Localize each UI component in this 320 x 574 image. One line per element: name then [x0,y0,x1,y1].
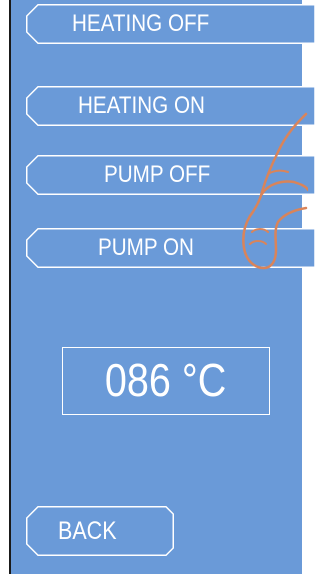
heating-off-label: HEATING OFF [72,10,210,37]
back-label: BACK [58,517,117,545]
heating-on-button[interactable]: HEATING ON [26,86,316,126]
temperature-display: 086 °C [62,347,270,415]
pump-off-button[interactable]: PUMP OFF [26,155,316,195]
heating-on-label: HEATING ON [78,92,205,119]
pump-on-button[interactable]: PUMP ON [26,228,316,268]
pump-on-label: PUMP ON [98,234,194,261]
temperature-value: 086 °C [105,354,227,406]
heating-off-button[interactable]: HEATING OFF [26,4,316,44]
back-button[interactable]: BACK [26,506,174,556]
pump-off-label: PUMP OFF [104,161,211,188]
